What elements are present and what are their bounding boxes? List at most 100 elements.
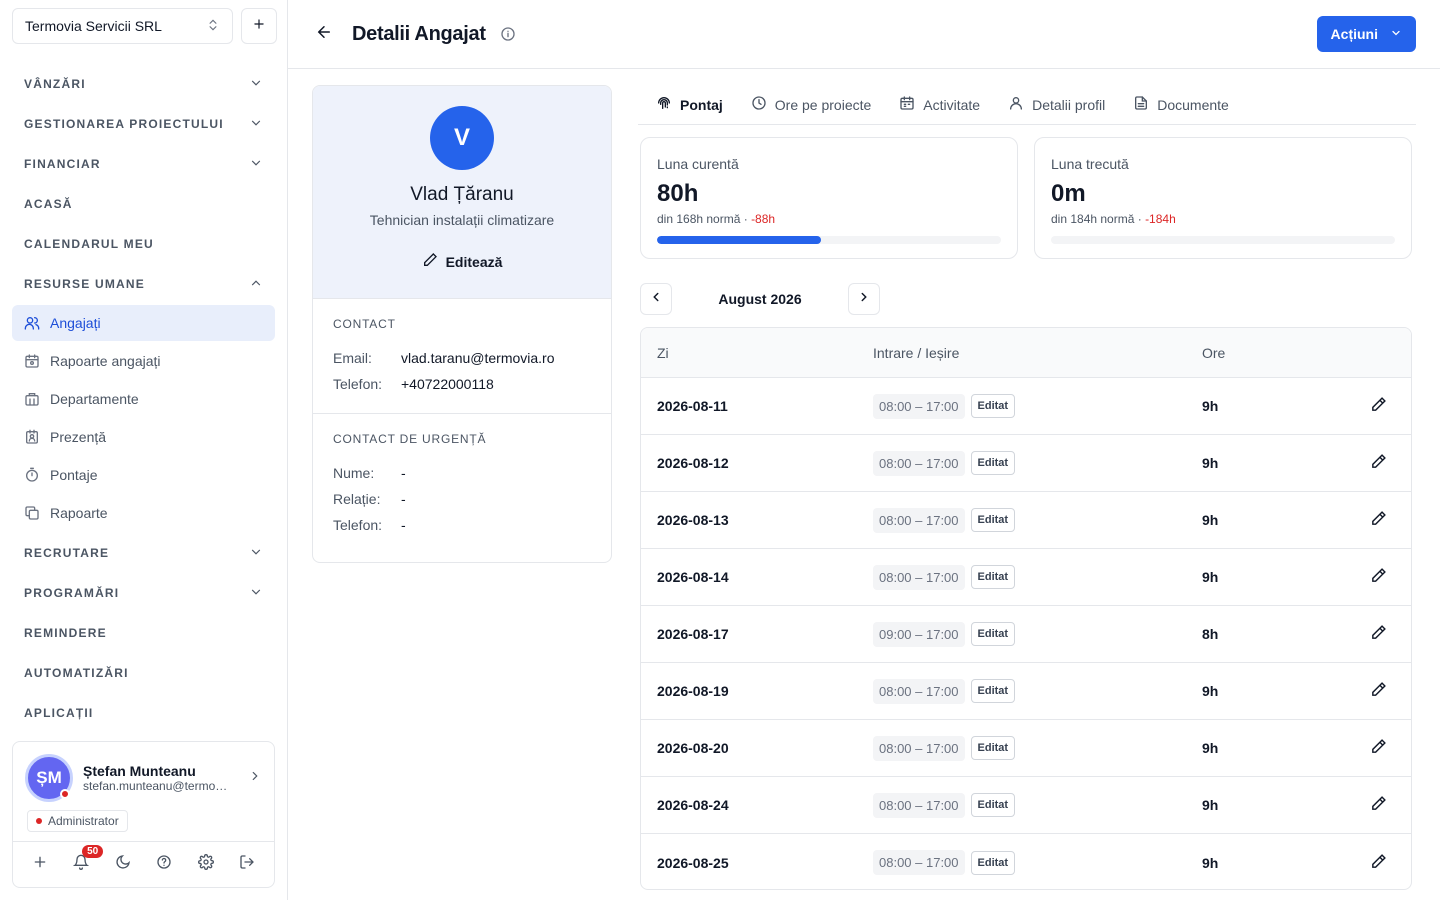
row-inout: 08:00 – 17:00 Editat — [857, 564, 1186, 590]
calendar-icon — [899, 95, 915, 114]
row-inout: 09:00 – 17:00 Editat — [857, 621, 1186, 647]
tab-label: Detalii profil — [1032, 96, 1106, 113]
notifications-button[interactable]: 50 — [67, 844, 104, 879]
row-hours: 9h — [1202, 740, 1219, 756]
row-day: 2026-08-12 — [657, 455, 729, 471]
chevron-left-icon — [649, 290, 663, 309]
contact-email[interactable]: vlad.taranu@termovia.ro — [401, 350, 555, 366]
emergency-phone-row: Telefon: - — [333, 512, 591, 538]
company-select[interactable]: Termovia Servicii SRL — [12, 8, 233, 44]
row-hours: 9h — [1202, 683, 1219, 699]
time-range: 08:00 – 17:00 — [873, 678, 965, 704]
table-row[interactable]: 2026-08-25 08:00 – 17:00 Editat 9h — [641, 834, 1411, 889]
logout-button[interactable] — [233, 851, 261, 879]
avatar-initials: ȘM — [36, 768, 62, 787]
contact-phone[interactable]: +40722000118 — [401, 376, 494, 392]
settings-button[interactable] — [192, 851, 220, 879]
tab-activitate[interactable]: Activitate — [899, 85, 980, 125]
sidebar-item-rapoarte-angajati[interactable]: Rapoarte angajați — [12, 343, 275, 379]
table-body: 2026-08-11 08:00 – 17:00 Editat 9h 2026-… — [641, 378, 1411, 889]
stat-label: Luna trecută — [1051, 156, 1129, 172]
field-label: Telefon: — [333, 517, 383, 533]
sidebar-item-angajati[interactable]: Angajați — [12, 305, 275, 341]
user-profile-link[interactable]: ȘM Ștefan Munteanu stefan.munteanu@termo… — [13, 742, 274, 802]
table-row[interactable]: 2026-08-12 08:00 – 17:00 Editat 9h — [641, 435, 1411, 492]
tab-detalii-profil[interactable]: Detalii profil — [1008, 85, 1105, 125]
add-company-button[interactable] — [241, 8, 277, 44]
nav-section-resurse-umane[interactable]: RESURSE UMANE — [12, 264, 275, 304]
nav-section-aplicatii[interactable]: APLICAȚII — [12, 693, 275, 733]
next-month-button[interactable] — [848, 283, 880, 315]
row-hours: 9h — [1202, 398, 1219, 414]
edit-profile-button[interactable]: Editează — [422, 252, 502, 271]
actions-button[interactable]: Acțiuni — [1316, 16, 1416, 52]
time-range: 08:00 – 17:00 — [873, 792, 965, 818]
edit-row-button[interactable] — [1365, 677, 1393, 705]
edited-badge: Editat — [970, 394, 1016, 418]
edit-row-button[interactable] — [1365, 620, 1393, 648]
table-row[interactable]: 2026-08-24 08:00 – 17:00 Editat 9h — [641, 777, 1411, 834]
nav-section-vanzari[interactable]: VÂNZĂRI — [12, 64, 275, 104]
row-inout: 08:00 – 17:00 Editat — [857, 450, 1186, 476]
add-button[interactable] — [26, 851, 54, 879]
nav-section-label: GESTIONAREA PROIECTULUI — [24, 117, 224, 131]
row-inout: 08:00 – 17:00 Editat — [857, 393, 1186, 419]
timesheet-table: Zi Intrare / Ieșire Ore 2026-08-11 08:00… — [640, 327, 1412, 890]
row-actions — [1346, 620, 1411, 648]
field-value: - — [401, 491, 406, 507]
stat-value: 80h — [657, 180, 699, 207]
section-title: CONTACT — [333, 317, 396, 331]
timer-icon — [24, 467, 40, 483]
row-actions — [1346, 392, 1411, 420]
edit-row-button[interactable] — [1365, 734, 1393, 762]
nav-section-programari[interactable]: PROGRAMĂRI — [12, 573, 275, 613]
nav-section-automatizari[interactable]: AUTOMATIZĂRI — [12, 653, 275, 693]
nav-section-recrutare[interactable]: RECRUTARE — [12, 533, 275, 573]
tab-pontaj[interactable]: Pontaj — [656, 85, 723, 125]
sidebar-item-rapoarte[interactable]: Rapoarte — [12, 495, 275, 531]
table-row[interactable]: 2026-08-11 08:00 – 17:00 Editat 9h — [641, 378, 1411, 435]
tab-ore-proiecte[interactable]: Ore pe proiecte — [751, 85, 871, 125]
table-row[interactable]: 2026-08-17 09:00 – 17:00 Editat 8h — [641, 606, 1411, 663]
edit-row-button[interactable] — [1365, 849, 1393, 877]
nav-section-financiar[interactable]: FINANCIAR — [12, 144, 275, 184]
row-hours: 9h — [1202, 797, 1219, 813]
edit-row-button[interactable] — [1365, 449, 1393, 477]
sidebar-item-pontaje[interactable]: Pontaje — [12, 457, 275, 493]
row-day: 2026-08-25 — [657, 854, 729, 871]
theme-toggle-button[interactable] — [109, 851, 137, 879]
nav-section-label: CALENDARUL MEU — [24, 237, 154, 251]
nav-section-calendar[interactable]: CALENDARUL MEU — [12, 224, 275, 264]
table-row[interactable]: 2026-08-14 08:00 – 17:00 Editat 9h — [641, 549, 1411, 606]
time-range: 08:00 – 17:00 — [873, 393, 965, 419]
table-row[interactable]: 2026-08-20 08:00 – 17:00 Editat 9h — [641, 720, 1411, 777]
pencil-icon — [1370, 681, 1387, 701]
help-button[interactable] — [150, 851, 178, 879]
nav-section-acasa[interactable]: ACASĂ — [12, 184, 275, 224]
row-inout: 08:00 – 17:00 Editat — [857, 507, 1186, 533]
pencil-icon — [1370, 795, 1387, 815]
edit-row-button[interactable] — [1365, 392, 1393, 420]
table-header: Zi Intrare / Ieșire Ore — [641, 328, 1411, 378]
logout-icon — [239, 854, 255, 875]
prev-month-button[interactable] — [640, 283, 672, 315]
row-hours: 9h — [1202, 569, 1219, 585]
sidebar-item-prezenta[interactable]: Prezență — [12, 419, 275, 455]
edited-badge: Editat — [970, 736, 1016, 760]
nav-section-remindere[interactable]: REMINDERE — [12, 613, 275, 653]
tab-documente[interactable]: Documente — [1133, 85, 1229, 125]
nav-section-label: PROGRAMĂRI — [24, 586, 120, 600]
table-row[interactable]: 2026-08-19 08:00 – 17:00 Editat 9h — [641, 663, 1411, 720]
back-button[interactable] — [312, 22, 336, 46]
row-hours: 8h — [1202, 626, 1219, 642]
company-row: Termovia Servicii SRL — [12, 8, 277, 44]
sidebar-item-departamente[interactable]: Departamente — [12, 381, 275, 417]
nav-section-proiecte[interactable]: GESTIONAREA PROIECTULUI — [12, 104, 275, 144]
edit-row-button[interactable] — [1365, 506, 1393, 534]
row-day: 2026-08-19 — [657, 683, 729, 699]
time-range: 09:00 – 17:00 — [873, 621, 965, 647]
table-row[interactable]: 2026-08-13 08:00 – 17:00 Editat 9h — [641, 492, 1411, 549]
edit-row-button[interactable] — [1365, 563, 1393, 591]
info-icon[interactable] — [500, 26, 516, 42]
edit-row-button[interactable] — [1365, 791, 1393, 819]
